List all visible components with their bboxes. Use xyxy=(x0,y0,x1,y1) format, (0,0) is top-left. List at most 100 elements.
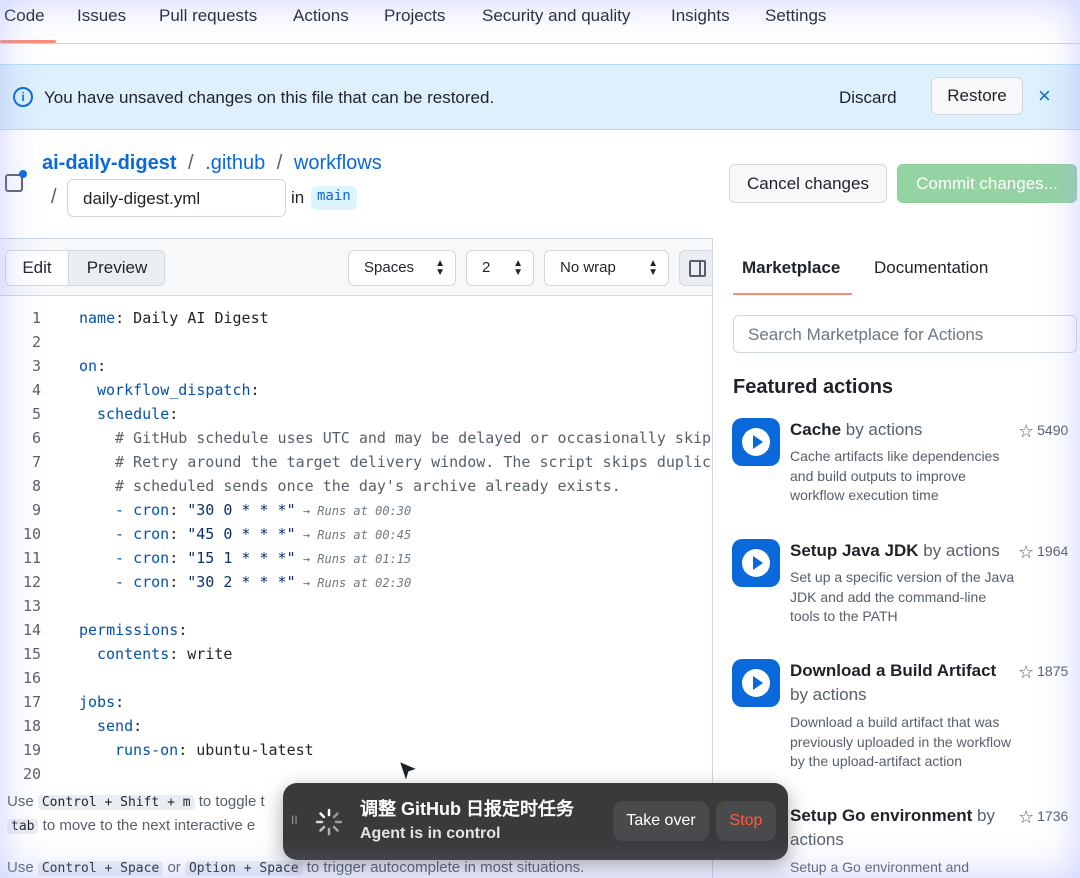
tab-insights[interactable]: Insights xyxy=(671,6,730,26)
keyboard-hint: tab to move to the next interactive e xyxy=(7,817,255,834)
in-label: in xyxy=(291,188,305,207)
action-stars: ☆ 5490 xyxy=(1018,421,1069,441)
wrap-mode-select[interactable]: No wrap ▲ ▼ xyxy=(544,250,669,286)
filename-input[interactable]: daily-digest.yml xyxy=(67,179,286,217)
indent-mode-select[interactable]: Spaces ▲ ▼ xyxy=(348,250,456,286)
tab-pull-requests[interactable]: Pull requests xyxy=(159,6,257,26)
breadcrumb-github[interactable]: .github xyxy=(205,152,265,174)
breadcrumb-repo[interactable]: ai-daily-digest xyxy=(42,152,176,174)
code-line: 5 schedule: xyxy=(31,405,179,423)
pause-icon[interactable]: II xyxy=(291,813,298,827)
code-line: 6 # GitHub schedule uses UTC and may be d… xyxy=(31,429,712,447)
editor-toolbar: Edit Preview Spaces ▲ ▼ 2 ▲ ▼ No wrap ▲ ▼ xyxy=(0,238,715,296)
active-tab-indicator xyxy=(0,40,56,43)
cron-hint: → Runs at 00:30 xyxy=(295,504,412,518)
action-logo-icon xyxy=(732,659,780,707)
active-tab-indicator xyxy=(733,293,852,295)
action-author: by actions xyxy=(790,685,867,704)
stop-button[interactable]: Stop xyxy=(716,801,776,841)
breadcrumb: ai-daily-digest / .github / workflows xyxy=(42,152,382,175)
sidebar-toggle-button[interactable] xyxy=(679,250,715,286)
action-name: Setup Go environment xyxy=(790,806,973,825)
file-tree-icon[interactable] xyxy=(5,170,27,192)
breadcrumb-separator: / xyxy=(188,152,194,174)
code-line: 7 # Retry around the target delivery wind… xyxy=(31,453,712,471)
unsaved-changes-banner: i You have unsaved changes on this file … xyxy=(0,64,1080,130)
code-line: 10- cron: "45 0 * * *" → Runs at 00:45 xyxy=(22,525,412,543)
tab-marketplace[interactable]: Marketplace xyxy=(742,258,840,278)
action-logo-icon xyxy=(732,539,780,587)
keyboard-hint: Use Control + Shift + m to toggle t xyxy=(7,793,265,810)
star-icon: ☆ xyxy=(1018,542,1035,562)
cancel-changes-button[interactable]: Cancel changes xyxy=(729,164,887,203)
marketplace-search-input[interactable]: Search Marketplace for Actions xyxy=(733,315,1077,353)
cron-hint: → Runs at 01:15 xyxy=(295,552,412,566)
code-line: 2 xyxy=(31,333,41,351)
action-stars: ☆ 1875 xyxy=(1018,662,1069,682)
branch-badge: main xyxy=(311,186,357,210)
action-author: by actions xyxy=(918,541,1000,560)
restore-button[interactable]: Restore xyxy=(931,77,1023,115)
take-over-button[interactable]: Take over xyxy=(613,801,709,841)
close-icon[interactable]: × xyxy=(1038,83,1051,109)
discard-button[interactable]: Discard xyxy=(839,88,897,108)
code-line: 17 jobs: xyxy=(22,693,125,711)
action-description: Set up a specific version of the Java JD… xyxy=(790,569,1015,624)
agent-status-toast: II 调整 GitHub 日报定时任务 Agent is in control … xyxy=(283,783,788,860)
info-icon: i xyxy=(13,87,33,107)
code-line: 16 xyxy=(22,669,41,687)
code-line: 1 name: Daily AI Digest xyxy=(31,309,269,327)
code-line: 19 runs-on: ubuntu-latest xyxy=(22,741,314,759)
action-description: Setup a Go environment and xyxy=(790,859,970,875)
code-line: 13 xyxy=(22,597,41,615)
banner-message: You have unsaved changes on this file th… xyxy=(44,88,495,107)
code-line: 20 xyxy=(22,765,41,782)
tab-security[interactable]: Security and quality xyxy=(482,6,630,26)
agent-task-title: 调整 GitHub 日报定时任务 xyxy=(360,799,574,819)
select-arrows-icon: ▲ ▼ xyxy=(435,258,445,278)
breadcrumb-separator: / xyxy=(276,152,283,174)
action-stars: ☆ 1964 xyxy=(1018,542,1069,562)
tab-documentation[interactable]: Documentation xyxy=(874,258,988,278)
action-logo-icon xyxy=(732,418,780,466)
commit-changes-button[interactable]: Commit changes... xyxy=(897,164,1077,203)
marketplace-panel: Marketplace Documentation Search Marketp… xyxy=(712,238,1080,878)
indent-mode-value: Spaces xyxy=(364,259,415,276)
action-stars: ☆ 1736 xyxy=(1018,807,1069,827)
action-description: Cache artifacts like dependencies and bu… xyxy=(790,448,1000,503)
code-line: 8 # scheduled sends once the day's archiv… xyxy=(31,477,621,495)
code-line: 3 on: xyxy=(31,357,107,375)
tab-code[interactable]: Code xyxy=(4,6,45,26)
tab-actions[interactable]: Actions xyxy=(293,6,349,26)
loading-spinner-icon xyxy=(315,808,343,836)
action-name: Download a Build Artifact xyxy=(790,661,997,680)
action-name: Setup Java JDK xyxy=(790,541,919,560)
agent-status-text: Agent is in control xyxy=(360,825,501,842)
breadcrumb-separator: / xyxy=(51,186,57,208)
code-line: 14 permissions: xyxy=(22,621,188,639)
star-icon: ☆ xyxy=(1018,421,1035,441)
sidebar-panel-icon xyxy=(689,260,706,277)
select-arrows-icon: ▲ ▼ xyxy=(648,258,658,278)
keyboard-hint: Use Control + Space or Option + Space to… xyxy=(7,859,585,876)
code-line: 15 contents: write xyxy=(22,645,233,663)
tab-settings[interactable]: Settings xyxy=(765,6,826,26)
star-icon: ☆ xyxy=(1018,807,1035,827)
breadcrumb-workflows[interactable]: workflows xyxy=(294,152,382,174)
tab-issues[interactable]: Issues xyxy=(77,6,126,26)
code-line: 11- cron: "15 1 * * *" → Runs at 01:15 xyxy=(22,549,412,567)
featured-actions-heading: Featured actions xyxy=(733,376,894,398)
preview-tab[interactable]: Preview xyxy=(69,251,164,285)
code-line: 4 workflow_dispatch: xyxy=(31,381,260,399)
code-editor[interactable]: 1 name: Daily AI Digest 2 3 on: 4 workflow_… xyxy=(0,296,712,782)
repo-nav: Code Issues Pull requests Actions Projec… xyxy=(0,0,1080,44)
indent-size-select[interactable]: 2 ▲ ▼ xyxy=(466,250,534,286)
code-line: 18 send: xyxy=(22,717,143,735)
action-name: Cache xyxy=(790,420,842,439)
wrap-mode-value: No wrap xyxy=(560,259,616,276)
indent-size-value: 2 xyxy=(482,259,491,276)
edit-tab[interactable]: Edit xyxy=(6,251,69,285)
cron-hint: → Runs at 02:30 xyxy=(295,576,412,590)
star-icon: ☆ xyxy=(1018,662,1035,682)
tab-projects[interactable]: Projects xyxy=(384,6,445,26)
